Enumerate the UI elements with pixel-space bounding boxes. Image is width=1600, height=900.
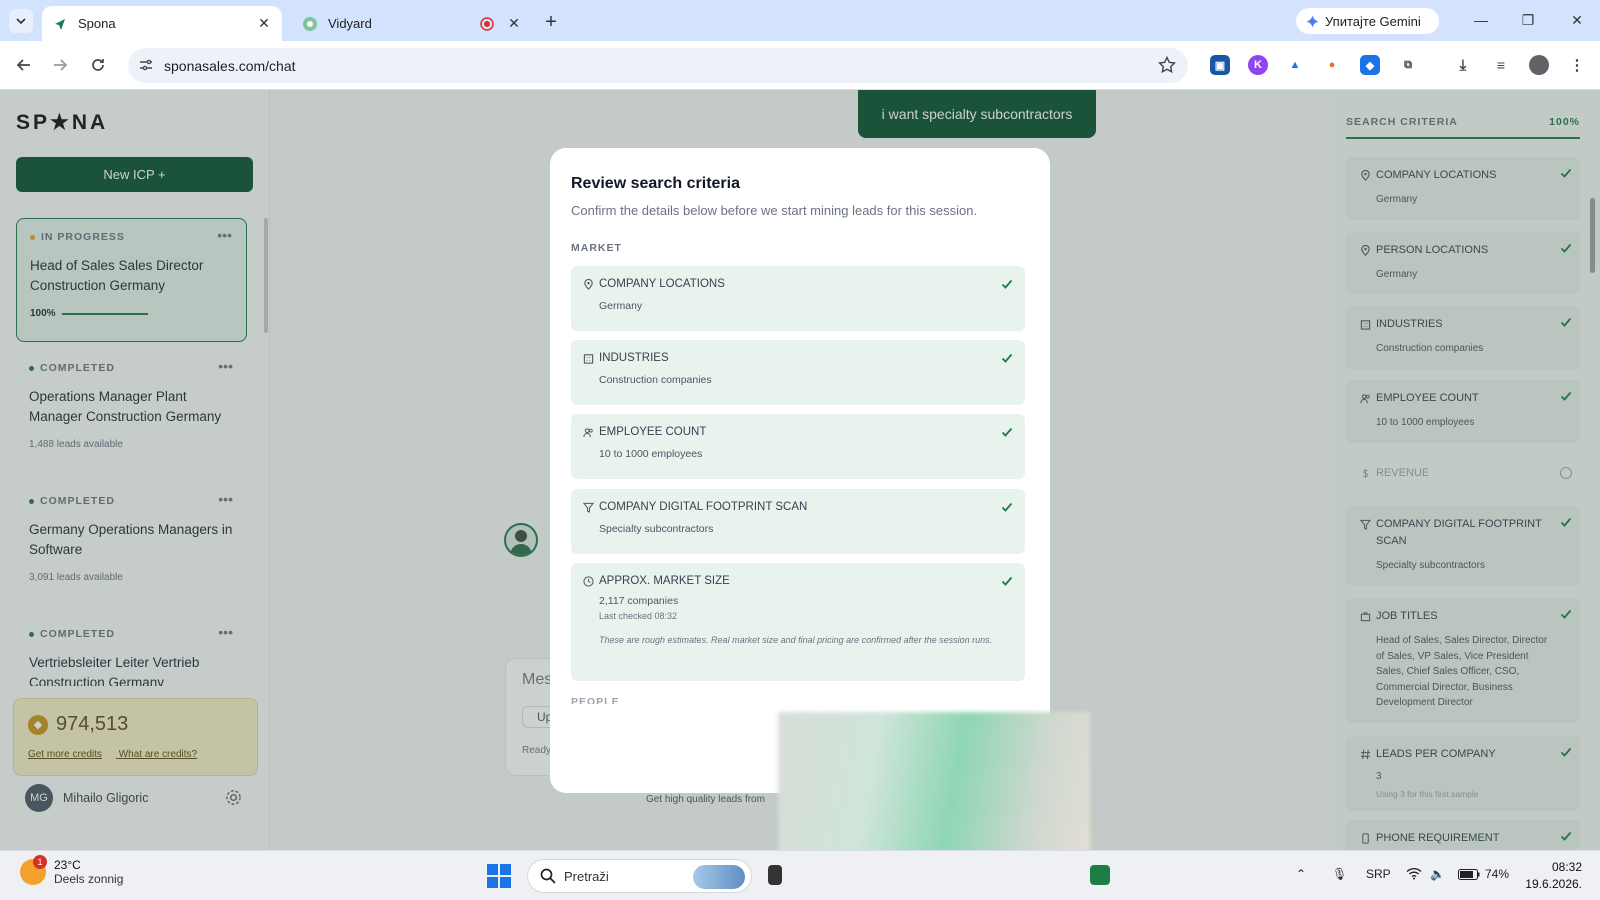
clock-icon <box>583 575 594 587</box>
wifi-icon-shape <box>1406 867 1422 880</box>
minimize-button[interactable]: — <box>1469 10 1493 30</box>
new-tab-button[interactable]: + <box>540 11 562 33</box>
reload-button[interactable] <box>86 53 110 77</box>
taskbar-search[interactable]: Pretraži <box>527 859 752 893</box>
arrow-left-icon <box>16 59 30 71</box>
criteria-value: 10 to 1000 employees <box>599 448 703 460</box>
check-icon <box>1001 427 1013 437</box>
section-heading-market: MARKET <box>571 242 622 254</box>
tab-title: Spona <box>78 16 116 31</box>
review-criteria-modal: Review search criteria Confirm the detai… <box>550 148 1050 793</box>
battery-percent: 74% <box>1485 867 1510 881</box>
modal-title: Review search criteria <box>571 175 740 192</box>
extension-icon[interactable]: ▲ <box>1285 55 1305 75</box>
battery-icon <box>1458 868 1480 880</box>
wifi-icon[interactable] <box>1406 867 1422 880</box>
url-text: sponasales.com/chat <box>164 57 296 74</box>
tab-title: Vidyard <box>328 16 372 31</box>
extension-icon[interactable]: ◆ <box>1360 55 1380 75</box>
extension-icon[interactable]: ● <box>1322 55 1342 75</box>
check-icon <box>1001 576 1013 586</box>
volume-icon[interactable]: 🔈 <box>1430 867 1445 881</box>
forward-button[interactable] <box>48 53 72 77</box>
criteria-label: EMPLOYEE COUNT <box>599 426 707 438</box>
windows-start-icon[interactable] <box>487 864 511 888</box>
filter-icon <box>583 502 594 513</box>
reload-icon <box>92 59 104 71</box>
people-icon <box>583 427 593 437</box>
criteria-item[interactable]: EMPLOYEE COUNT 10 to 1000 employees <box>571 414 1025 479</box>
weather-widget[interactable]: 1 23°C Deels zonnig <box>20 855 124 886</box>
modal-subtitle: Confirm the details below before we star… <box>571 203 978 218</box>
taskbar-app-icon[interactable] <box>768 865 782 885</box>
criteria-label: COMPANY LOCATIONS <box>599 278 725 290</box>
criteria-item[interactable]: COMPANY DIGITAL FOOTPRINT SCAN Specialty… <box>571 489 1025 554</box>
extension-icon[interactable]: ▣ <box>1210 55 1230 75</box>
tab-search-button[interactable] <box>9 9 33 33</box>
browser-toolbar: sponasales.com/chat ▣ K ▲ ● ◆ ⧉ ⤓ ≡ ⋮ <box>0 41 1600 90</box>
media-control-icon[interactable]: ≡ <box>1491 55 1511 75</box>
criteria-label: COMPANY DIGITAL FOOTPRINT SCAN <box>599 501 808 513</box>
weather-desc: Deels zonnig <box>54 872 124 886</box>
chevron-up-icon[interactable]: ⌃ <box>1296 867 1306 881</box>
address-bar[interactable]: sponasales.com/chat <box>128 48 1188 83</box>
chevron-down-icon <box>16 18 26 25</box>
sun-icon: 1 <box>20 855 47 885</box>
microphone-icon[interactable]: 🎙 <box>1332 867 1347 881</box>
language-indicator[interactable]: SRP <box>1366 867 1391 881</box>
recording-icon <box>480 16 494 31</box>
section-heading-next: PEOPLE <box>571 696 620 704</box>
puzzle-icon[interactable]: ⧉ <box>1398 55 1418 75</box>
ask-gemini-button[interactable]: Упитајте Gemini <box>1296 8 1439 34</box>
system-clock[interactable]: 08:32 19.6.2026. <box>1512 859 1582 893</box>
criteria-value: 2,117 companies <box>599 595 679 607</box>
tab-spona[interactable]: Spona ✕ <box>42 6 282 41</box>
criteria-item[interactable]: COMPANY LOCATIONS Germany <box>571 266 1025 331</box>
criteria-item[interactable]: APPROX. MARKET SIZE 2,117 companies Last… <box>571 563 1025 681</box>
check-icon <box>1001 279 1013 289</box>
spona-favicon-icon <box>55 18 65 30</box>
more-menu-icon[interactable]: ⋮ <box>1567 55 1587 75</box>
weather-temp: 23°C <box>54 858 81 872</box>
criteria-label: INDUSTRIES <box>599 352 669 364</box>
check-icon <box>1001 353 1013 363</box>
vidyard-favicon-icon <box>303 16 317 31</box>
bookmark-star-icon[interactable] <box>1158 56 1176 74</box>
close-icon[interactable]: ✕ <box>506 15 522 32</box>
building-icon <box>583 353 594 364</box>
tab-vidyard[interactable]: Vidyard ✕ <box>292 6 532 41</box>
last-checked: Last checked 08:32 <box>599 611 678 621</box>
site-info-icon[interactable] <box>138 57 154 73</box>
criteria-item[interactable]: INDUSTRIES Construction companies <box>571 340 1025 405</box>
criteria-label: APPROX. MARKET SIZE <box>599 575 730 587</box>
excel-icon[interactable] <box>1090 865 1110 885</box>
criteria-value: Specialty subcontractors <box>599 523 714 535</box>
download-icon[interactable]: ⤓ <box>1453 55 1473 75</box>
arrow-right-icon <box>54 59 68 71</box>
close-icon[interactable]: ✕ <box>256 15 272 32</box>
search-highlight-image <box>693 865 745 889</box>
criteria-value: Germany <box>599 300 643 312</box>
profile-avatar[interactable] <box>1529 55 1549 75</box>
notification-badge: 1 <box>33 855 47 869</box>
back-button[interactable] <box>12 53 36 77</box>
clock-date: 19.6.2026. <box>1525 877 1582 891</box>
battery-indicator[interactable]: 74% <box>1458 867 1509 881</box>
extension-icon[interactable]: K <box>1248 55 1268 75</box>
browser-tab-bar: Spona ✕ Vidyard ✕ + Упитајте Gemini — ❐ … <box>0 0 1600 41</box>
gemini-icon <box>1306 14 1319 28</box>
location-pin-icon <box>584 278 593 290</box>
windows-taskbar: 1 23°C Deels zonnig Pretraži ⌃ 🎙 SRP 🔈 7… <box>0 850 1600 900</box>
search-icon <box>540 868 556 884</box>
gemini-label: Упитајте Gemini <box>1325 13 1421 29</box>
estimate-note: These are rough estimates. Real market s… <box>599 635 993 645</box>
criteria-value: Construction companies <box>599 374 712 386</box>
check-icon <box>1001 502 1013 512</box>
close-window-button[interactable]: ✕ <box>1565 10 1589 30</box>
clock-time: 08:32 <box>1551 860 1582 874</box>
search-label: Pretraži <box>564 868 609 884</box>
restore-button[interactable]: ❐ <box>1516 10 1540 30</box>
